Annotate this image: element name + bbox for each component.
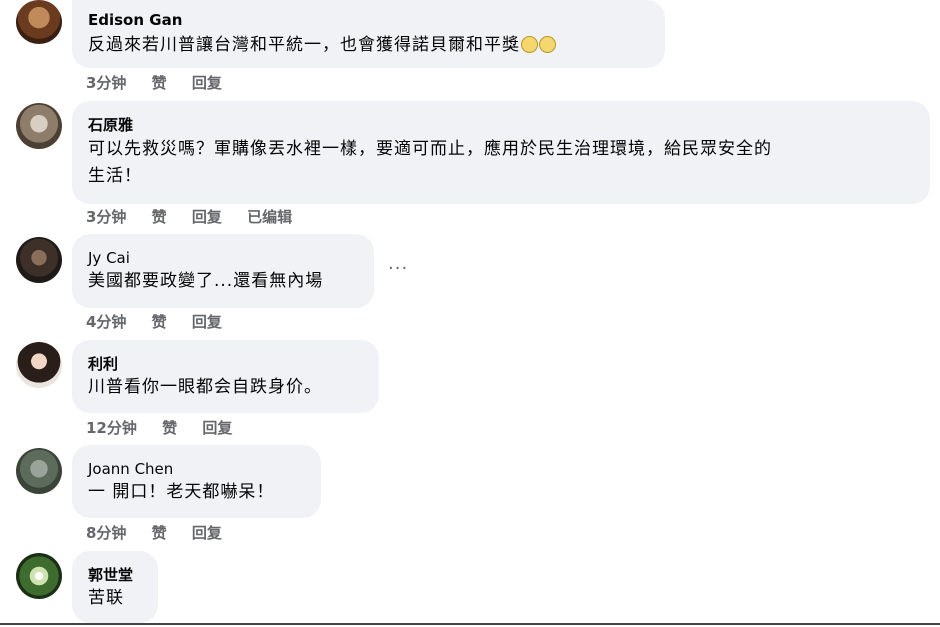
reply-button[interactable]: 回复 (192, 208, 222, 226)
comment-bubble: 利利 川普看你一眼都会自跌身价。 (72, 340, 379, 413)
like-button[interactable]: 赞 (152, 313, 167, 331)
comment-actions: 4分钟 赞 回复 (86, 312, 242, 332)
avatar[interactable] (16, 103, 62, 149)
like-button[interactable]: 赞 (152, 524, 167, 542)
reply-button[interactable]: 回复 (192, 74, 222, 92)
comment-text: 一 開口！老天都嚇呆！ (88, 482, 275, 502)
edited-label: 已编辑 (247, 208, 293, 226)
comment-bubble: 石原雅 可以先救災嗎？軍購像丟水裡一樣，要適可而止，應用於民生治理環境，給民眾安… (72, 101, 930, 204)
comment-timestamp[interactable]: 12分钟 (86, 419, 137, 437)
comment-text: 川普看你一眼都会自跌身价。 (88, 377, 322, 397)
comment-author[interactable]: Edison Gan (88, 10, 649, 30)
reply-button[interactable]: 回复 (192, 313, 222, 331)
avatar[interactable] (16, 0, 62, 44)
more-options-icon[interactable]: ··· (388, 258, 408, 279)
comment-text: 美國都要政變了...還看無內場 (88, 271, 324, 291)
comment-bubble: Joann Chen 一 開口！老天都嚇呆！ (72, 445, 321, 518)
crying-face-emoji-icon (521, 36, 538, 53)
comment-bubble: Jy Cai 美國都要政變了...還看無內場 (72, 234, 374, 308)
reply-button[interactable]: 回复 (192, 524, 222, 542)
comment-text: 可以先救災嗎？軍購像丟水裡一樣，要適可而止，應用於民生治理環境，給民眾安全的 生… (88, 136, 914, 190)
comment-timestamp[interactable]: 4分钟 (86, 313, 126, 331)
avatar[interactable] (16, 237, 62, 283)
comment-text: 反過來若川普讓台灣和平統一，也會獲得諾貝爾和平獎 (88, 32, 649, 59)
like-button[interactable]: 赞 (152, 208, 167, 226)
comment-bubble: 郭世堂 苦联 (72, 551, 158, 623)
comment-actions: 3分钟 赞 回复 (86, 73, 242, 93)
comment-timestamp[interactable]: 3分钟 (86, 208, 126, 226)
comment-text-content: 反過來若川普讓台灣和平統一，也會獲得諾貝爾和平獎 (88, 35, 520, 55)
divider (0, 623, 940, 625)
comment-actions: 12分钟 赞 回复 (86, 418, 252, 438)
comment-author[interactable]: 郭世堂 (88, 565, 142, 585)
like-button[interactable]: 赞 (162, 419, 177, 437)
comment-timestamp[interactable]: 8分钟 (86, 524, 126, 542)
avatar[interactable] (16, 342, 62, 388)
crying-face-emoji-icon (539, 36, 556, 53)
comment-text-line: 生活！ (88, 166, 142, 186)
comment-actions: 8分钟 赞 回复 (86, 523, 242, 543)
comment-bubble: Edison Gan 反過來若川普讓台灣和平統一，也會獲得諾貝爾和平獎 (72, 0, 665, 68)
comment-timestamp[interactable]: 3分钟 (86, 74, 126, 92)
comment-author[interactable]: Joann Chen (88, 459, 305, 479)
comment-text: 苦联 (88, 588, 124, 608)
comment-actions: 3分钟 赞 回复 已编辑 (86, 207, 312, 227)
comment-author[interactable]: Jy Cai (88, 248, 358, 268)
like-button[interactable]: 赞 (152, 74, 167, 92)
avatar[interactable] (16, 448, 62, 494)
comment-text-line: 可以先救災嗎？軍購像丟水裡一樣，要適可而止，應用於民生治理環境，給民眾安全的 (88, 139, 772, 159)
comment-author[interactable]: 利利 (88, 354, 363, 374)
reply-button[interactable]: 回复 (202, 419, 232, 437)
avatar[interactable] (16, 553, 62, 599)
comment-author[interactable]: 石原雅 (88, 115, 914, 135)
